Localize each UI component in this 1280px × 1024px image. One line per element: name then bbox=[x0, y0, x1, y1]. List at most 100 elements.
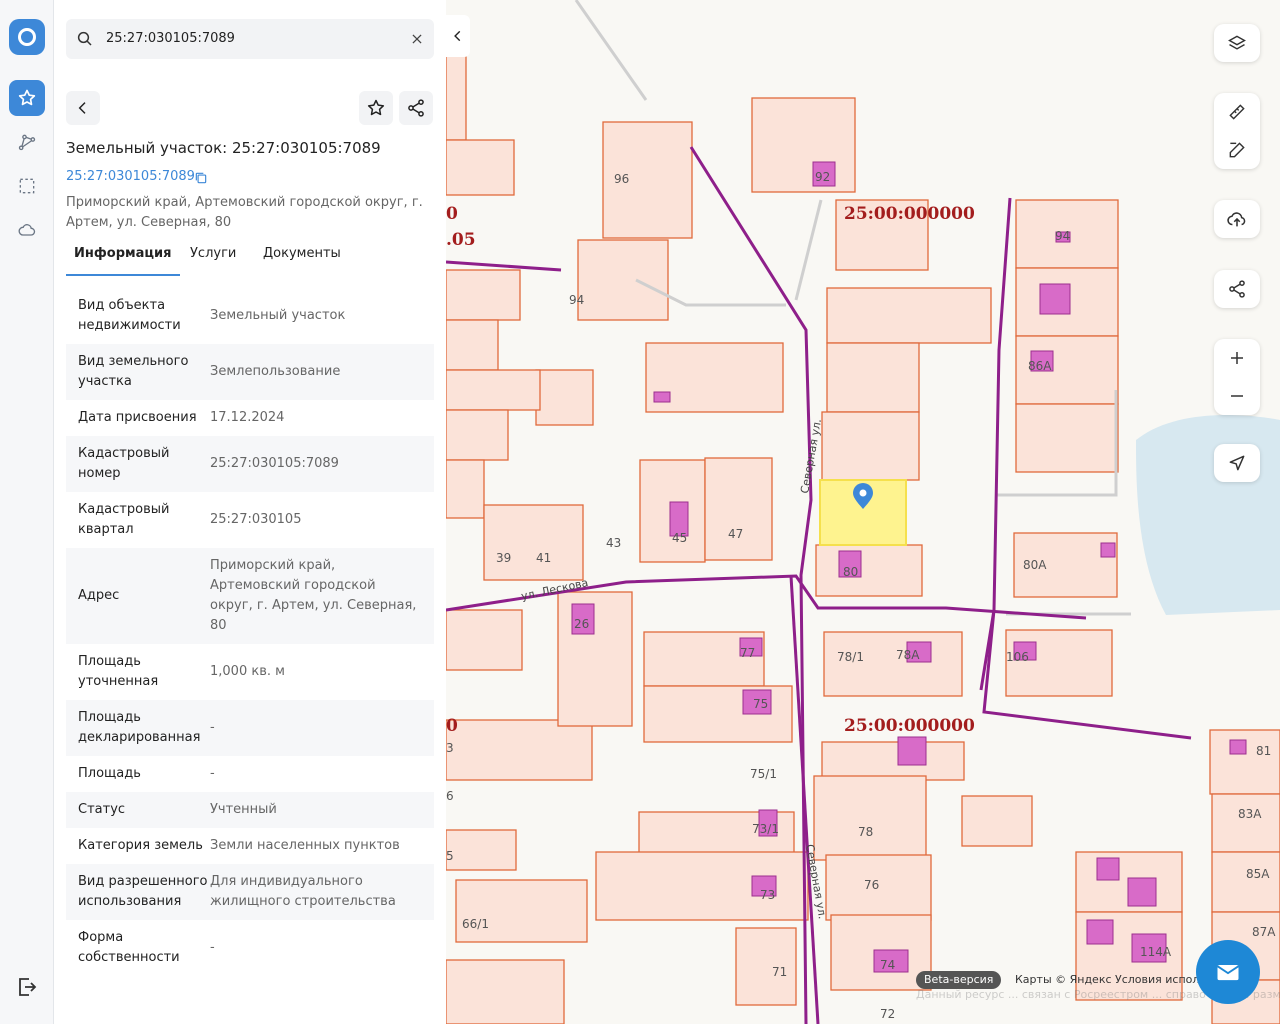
parcel[interactable] bbox=[751, 97, 856, 193]
upload-button[interactable] bbox=[1214, 200, 1260, 238]
zoom-in-button[interactable] bbox=[1214, 339, 1260, 377]
graph-nav-button[interactable] bbox=[9, 124, 45, 160]
info-row-key: Дата присвоения bbox=[78, 410, 197, 425]
parcel[interactable] bbox=[455, 879, 588, 943]
house-number: 73 bbox=[760, 888, 775, 902]
selection-nav-button[interactable] bbox=[9, 168, 45, 204]
info-row-value: 17.12.2024 bbox=[210, 410, 285, 425]
info-row: Площадь - bbox=[66, 756, 434, 792]
parcel[interactable] bbox=[446, 719, 593, 781]
house-number: 114А bbox=[1140, 945, 1172, 959]
info-row-value: Приморский край, Артемовский городской о… bbox=[210, 558, 417, 633]
parcel[interactable] bbox=[577, 239, 669, 321]
cadastral-number-link[interactable]: 25:27:030105:7089 bbox=[66, 169, 195, 184]
parcel[interactable] bbox=[446, 269, 521, 321]
house-number: 75/1 bbox=[750, 767, 777, 781]
cloud-nav-button[interactable] bbox=[9, 212, 45, 248]
ruler-icon bbox=[1229, 104, 1245, 120]
tab-services[interactable]: Услуги bbox=[190, 246, 236, 276]
house-number: 77 bbox=[740, 646, 755, 660]
copy-icon[interactable] bbox=[194, 170, 208, 189]
parcel[interactable] bbox=[826, 342, 920, 413]
building bbox=[1039, 283, 1071, 315]
layers-button[interactable] bbox=[1214, 24, 1260, 62]
map-view[interactable]: 25:00:000000 25:00:000000 0.05 0 Северная ул… bbox=[446, 0, 1280, 1024]
clear-search-icon[interactable] bbox=[410, 31, 424, 50]
locate-me-button[interactable] bbox=[1214, 444, 1260, 482]
info-row-key: Вид разрешенного использования bbox=[78, 874, 208, 909]
map-attribution[interactable]: Карты © Яндекс Условия испол bbox=[1015, 973, 1199, 986]
tab-bar: Информация Услуги Документы bbox=[66, 246, 434, 276]
house-number: 106 bbox=[1006, 650, 1029, 664]
info-row: Категория земель Земли населенных пунктов bbox=[66, 828, 434, 864]
house-number: 81 bbox=[1256, 744, 1271, 758]
parcel[interactable] bbox=[826, 287, 992, 344]
chevron-left-icon bbox=[454, 30, 461, 42]
house-number: 45 bbox=[672, 531, 687, 545]
parcel[interactable] bbox=[483, 504, 584, 581]
favorite-button[interactable] bbox=[359, 91, 393, 125]
star-icon bbox=[18, 89, 36, 106]
cadastral-map[interactable]: 25:00:00000025:00:0000000.050Северная ул… bbox=[446, 0, 1280, 1024]
house-number: 47 bbox=[728, 527, 743, 541]
info-row: Кадастровый номер 25:27:030105:7089 bbox=[66, 436, 434, 492]
info-row-value: Учтенный bbox=[210, 802, 277, 817]
house-number: 43 bbox=[606, 536, 621, 550]
parcel[interactable] bbox=[704, 457, 773, 561]
parcel[interactable] bbox=[446, 409, 509, 461]
house-number: 78/1 bbox=[837, 650, 864, 664]
search-bar[interactable]: 25:27:030105:7089 bbox=[66, 19, 434, 59]
left-rail bbox=[0, 0, 54, 1024]
parcel[interactable] bbox=[557, 591, 633, 727]
parcel[interactable] bbox=[821, 741, 965, 781]
parcel[interactable] bbox=[1211, 793, 1280, 853]
parcel[interactable] bbox=[823, 631, 963, 697]
parcel[interactable] bbox=[446, 139, 515, 196]
quarter-label: .05 bbox=[446, 230, 476, 250]
ruler-button[interactable] bbox=[1214, 93, 1260, 131]
info-row-key: Кадастровый номер bbox=[78, 446, 170, 481]
parcel[interactable] bbox=[1015, 403, 1119, 473]
info-row: Статус Учтенный bbox=[66, 792, 434, 828]
nodes-icon bbox=[18, 134, 36, 151]
collapse-panel-button[interactable] bbox=[446, 15, 470, 57]
info-row-key: Категория земель bbox=[78, 838, 203, 853]
logout-button[interactable] bbox=[15, 975, 39, 1003]
parcel[interactable] bbox=[821, 411, 920, 481]
parcel[interactable] bbox=[446, 959, 565, 1024]
star-icon bbox=[367, 99, 385, 116]
favorites-nav-button[interactable] bbox=[9, 80, 45, 116]
parcel[interactable] bbox=[446, 319, 499, 371]
parcel[interactable] bbox=[446, 369, 541, 411]
tab-documents[interactable]: Документы bbox=[263, 246, 341, 276]
info-table: Вид объекта недвижимости Земельный участо… bbox=[66, 288, 434, 976]
back-button[interactable] bbox=[66, 91, 100, 125]
tab-information[interactable]: Информация bbox=[66, 246, 180, 276]
parcel[interactable] bbox=[446, 829, 517, 871]
map-share-button[interactable] bbox=[1214, 270, 1260, 308]
parcel[interactable] bbox=[446, 609, 523, 671]
parcel[interactable] bbox=[1211, 851, 1280, 913]
navigation-arrow-icon bbox=[1229, 455, 1245, 471]
house-number: 73/1 bbox=[752, 822, 779, 836]
share-button[interactable] bbox=[399, 91, 433, 125]
info-row: Площадь декларированная - bbox=[66, 700, 434, 756]
info-row: Вид объекта недвижимости Земельный участо… bbox=[66, 288, 434, 344]
info-row-value: 25:27:030105:7089 bbox=[210, 456, 339, 471]
chevron-left-icon bbox=[78, 102, 86, 114]
zoom-out-button[interactable] bbox=[1214, 377, 1260, 415]
building bbox=[1086, 919, 1114, 945]
parcel[interactable] bbox=[961, 795, 1033, 847]
parcel[interactable] bbox=[446, 49, 467, 141]
house-number: 41 bbox=[536, 551, 551, 565]
parcel[interactable] bbox=[813, 775, 927, 861]
search-input[interactable]: 25:27:030105:7089 bbox=[106, 31, 235, 46]
app-logo[interactable] bbox=[9, 19, 45, 55]
parcel[interactable] bbox=[535, 369, 594, 426]
edit-button[interactable] bbox=[1214, 131, 1260, 169]
house-number: 87А bbox=[1252, 925, 1276, 939]
info-row-key: Кадастровый квартал bbox=[78, 502, 170, 537]
feedback-button[interactable] bbox=[1196, 940, 1260, 1004]
parcel[interactable] bbox=[815, 544, 923, 597]
parcel[interactable] bbox=[446, 459, 485, 519]
